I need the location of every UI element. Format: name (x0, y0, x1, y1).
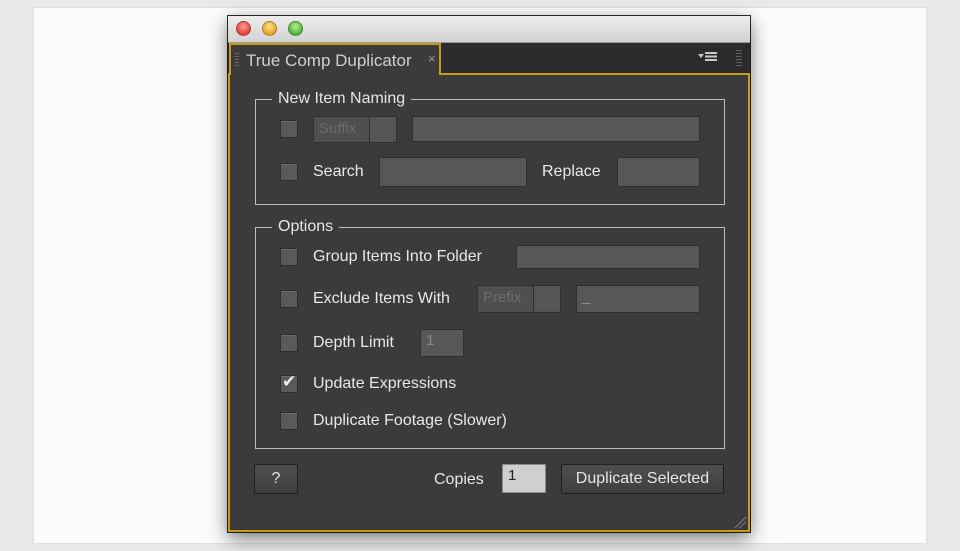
suffix-dropdown-label: Suffix (319, 120, 357, 137)
new-item-naming-group: New Item Naming Suffix Search Replace (255, 89, 725, 205)
search-label: Search (313, 163, 364, 180)
exclude-prefix-dropdown-label: Prefix (483, 289, 522, 306)
zoom-window-icon[interactable] (288, 21, 303, 36)
duplicate-selected-button[interactable]: Duplicate Selected (561, 464, 724, 494)
depth-limit-checkbox[interactable] (280, 334, 298, 352)
search-checkbox[interactable] (280, 163, 298, 181)
chevron-down-icon (369, 117, 396, 142)
exclude-items-checkbox[interactable] (280, 290, 298, 308)
checkmark-icon: ✔ (282, 372, 297, 391)
options-legend: Options (272, 217, 340, 237)
help-button[interactable]: ? (254, 464, 298, 494)
panel-tab-strip: True Comp Duplicator × (228, 43, 750, 75)
exclude-prefix-field[interactable]: _ (576, 285, 700, 313)
exclude-prefix-dropdown[interactable]: Prefix (477, 285, 561, 313)
minimize-window-icon[interactable] (262, 21, 277, 36)
update-expressions-checkbox[interactable]: ✔ (280, 372, 298, 393)
replace-label: Replace (542, 163, 601, 180)
duplicate-footage-checkbox[interactable] (280, 412, 298, 430)
depth-limit-label: Depth Limit (313, 334, 394, 351)
group-folder-checkbox[interactable] (280, 248, 298, 266)
chevron-down-icon (533, 286, 560, 311)
tab-grip-icon[interactable] (235, 53, 239, 67)
panel-body: New Item Naming Suffix Search Replace Op… (228, 75, 750, 532)
close-window-icon[interactable] (236, 21, 251, 36)
tab-title: True Comp Duplicator (246, 51, 412, 70)
tab-close-icon[interactable]: × (428, 51, 436, 66)
exclude-items-label: Exclude Items With (313, 290, 450, 307)
group-folder-field[interactable] (516, 245, 700, 269)
depth-limit-field[interactable]: 1 (420, 329, 464, 357)
group-folder-label: Group Items Into Folder (313, 248, 482, 265)
panel-window: True Comp Duplicator × New Item Naming S… (228, 16, 750, 532)
copies-label: Copies (434, 471, 484, 488)
resize-grip-icon[interactable] (734, 516, 746, 528)
copies-field[interactable]: 1 (502, 464, 546, 493)
panel-grip-icon[interactable] (736, 50, 742, 66)
tab-true-comp-duplicator[interactable]: True Comp Duplicator × (229, 43, 441, 75)
suffix-field[interactable] (412, 116, 700, 142)
update-expressions-label: Update Expressions (313, 375, 457, 392)
options-group: Options Group Items Into Folder Exclude … (255, 217, 725, 449)
new-item-naming-legend: New Item Naming (272, 89, 412, 109)
replace-field[interactable] (617, 157, 700, 187)
suffix-checkbox[interactable] (280, 120, 298, 138)
duplicate-footage-label: Duplicate Footage (Slower) (313, 412, 507, 429)
window-titlebar[interactable] (228, 16, 750, 43)
suffix-dropdown[interactable]: Suffix (313, 116, 397, 143)
panel-menu-icon[interactable] (698, 49, 718, 65)
search-field[interactable] (379, 157, 527, 187)
